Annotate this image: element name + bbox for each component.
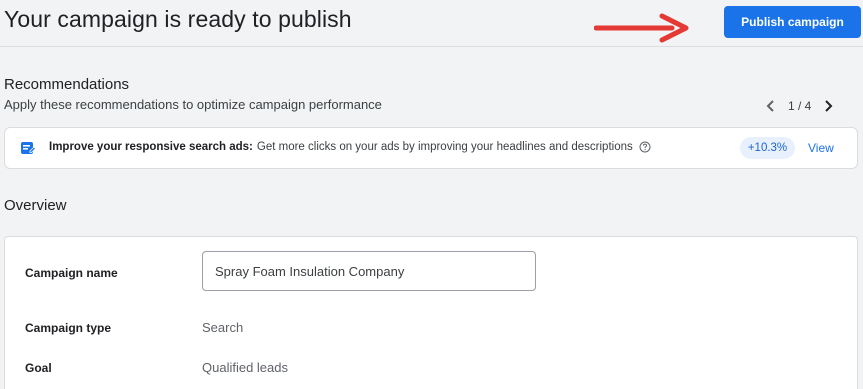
recommendations-pager: 1 / 4 <box>762 96 837 116</box>
red-arrow-annotation <box>594 13 689 43</box>
campaign-type-value: Search <box>202 320 244 335</box>
publish-campaign-button[interactable]: Publish campaign <box>724 6 861 38</box>
recommendation-bold-text: Improve your responsive search ads: <box>49 141 253 153</box>
uplift-badge: +10.3% <box>740 137 795 159</box>
chevron-right-icon[interactable] <box>821 96 837 116</box>
ad-edit-icon <box>20 140 37 156</box>
recommendations-subtitle: Apply these recommendations to optimize … <box>4 97 382 112</box>
view-recommendation-link[interactable]: View <box>808 141 834 155</box>
help-icon[interactable] <box>639 141 651 153</box>
recommendations-title: Recommendations <box>4 76 130 93</box>
overview-title: Overview <box>4 197 67 214</box>
recommendation-card: Improve your responsive search ads: Get … <box>4 127 858 169</box>
goal-label: Goal <box>25 361 52 375</box>
campaign-name-label: Campaign name <box>25 266 118 280</box>
recommendation-text: Improve your responsive search ads: Get … <box>49 141 651 153</box>
campaign-name-input[interactable] <box>202 251 536 291</box>
goal-value: Qualified leads <box>202 360 288 375</box>
page-title: Your campaign is ready to publish <box>4 6 352 32</box>
overview-card: Campaign name Campaign type Search Goal … <box>4 236 858 389</box>
pager-count: 1 / 4 <box>788 99 812 113</box>
header-divider <box>0 46 863 47</box>
recommendation-body-text: Get more clicks on your ads by improving… <box>256 141 633 153</box>
campaign-type-label: Campaign type <box>25 321 112 335</box>
chevron-left-icon[interactable] <box>762 96 778 116</box>
